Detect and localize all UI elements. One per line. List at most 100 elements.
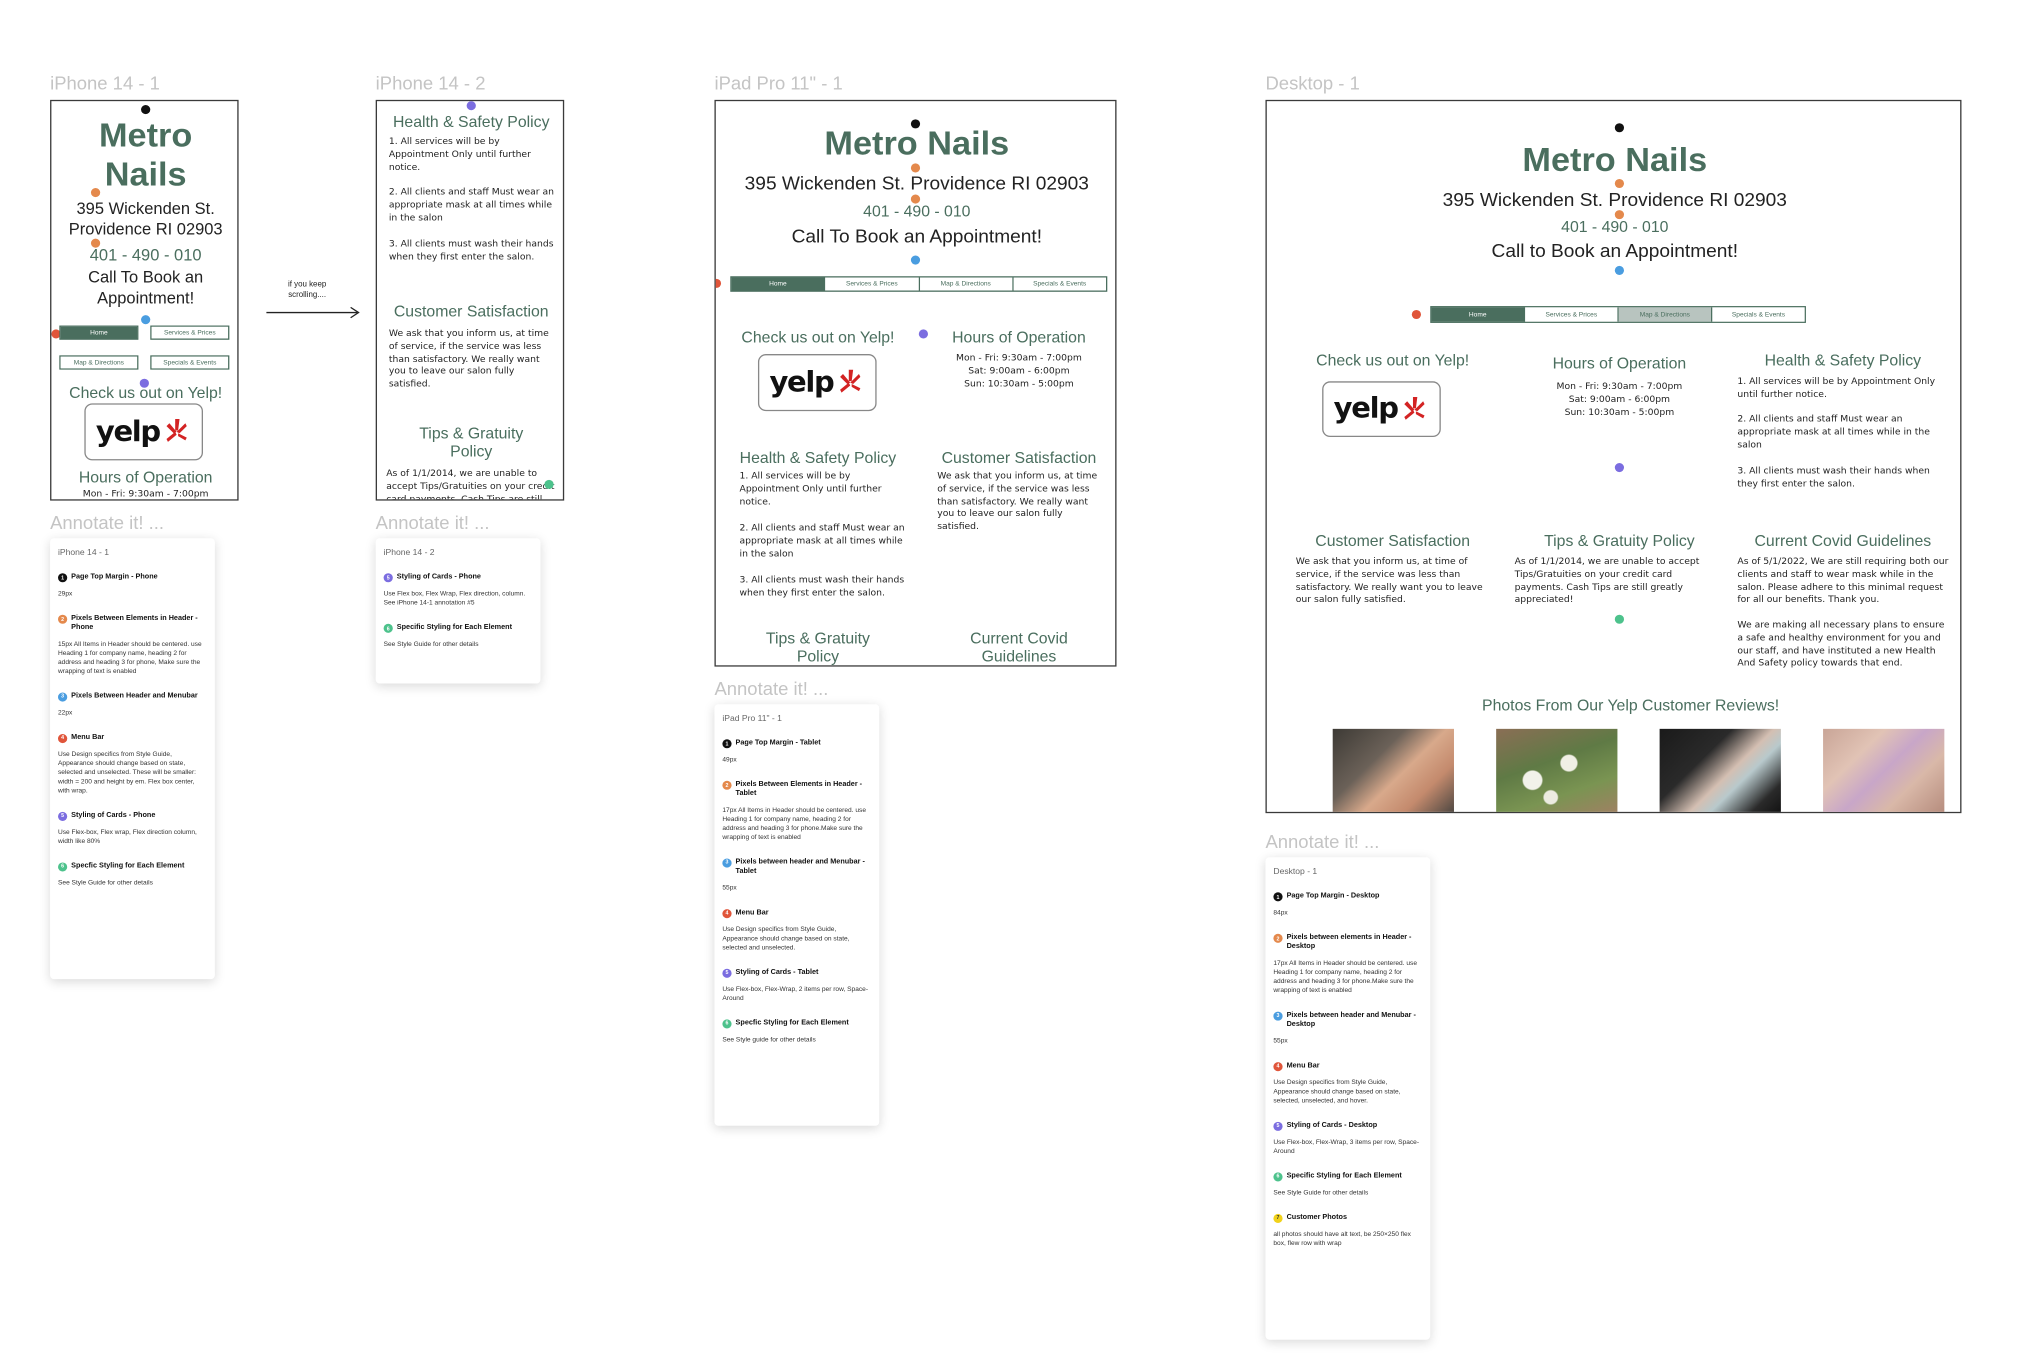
menu-item-map[interactable]: Map & Directions xyxy=(1618,307,1713,322)
annotation-item[interactable]: 3 Pixels between header and Menubar - Des… xyxy=(1273,1011,1422,1046)
annotation-number-badge: 6 xyxy=(722,1018,732,1028)
annotation-body: 49px xyxy=(722,756,737,764)
customer-photo-1 xyxy=(1332,728,1454,812)
annotation-panel-desktop[interactable]: Desktop - 1 1 Page Top Margin - Desktop 84p… xyxy=(1265,857,1431,1340)
annotation-item[interactable]: 6 Specific Styling for Each Element See St… xyxy=(1273,1171,1422,1198)
annotation-number-badge: 1 xyxy=(1273,892,1283,902)
annotation-marker-6[interactable] xyxy=(544,479,554,489)
ipad-frame[interactable]: Metro Nails 395 Wickenden St. Providence… xyxy=(714,99,1117,667)
annotate-label-desktop[interactable]: Annotate it! ... xyxy=(1265,831,1379,852)
menu-specials[interactable]: Specials & Events xyxy=(150,355,230,370)
health-safety-item-2: 2. All clients and staff Must wear an ap… xyxy=(388,186,555,223)
annotation-marker-1[interactable] xyxy=(141,105,151,115)
annotation-marker-5b[interactable] xyxy=(466,101,476,111)
menu-item-services[interactable]: Services & Prices xyxy=(1525,307,1619,322)
phone-number[interactable]: 401 - 490 - 010 xyxy=(716,202,1115,220)
menu-item-services[interactable]: Services & Prices xyxy=(151,326,229,339)
annotation-heading: 3 Pixels between header and Menubar - Des… xyxy=(1273,1011,1422,1029)
menu-item-map[interactable]: Map & Directions xyxy=(60,356,138,369)
annotation-marker-1[interactable] xyxy=(1614,123,1625,133)
annotation-heading-text: Specific Styling for Each Element xyxy=(1286,1171,1402,1180)
yelp-logo[interactable]: yelp xyxy=(84,403,204,461)
annotation-number-badge: 6 xyxy=(1273,1171,1283,1181)
annotation-item[interactable]: 5 Styling of Cards - Phone Use Flex box, F… xyxy=(383,573,533,608)
annotation-item[interactable]: 1 Page Top Margin - Phone 29px xyxy=(58,573,207,599)
menu-item-map[interactable]: Map & Directions xyxy=(919,277,1014,291)
annotation-panel-iphone-1[interactable]: iPhone 14 - 1 1 Page Top Margin - Phone 29p… xyxy=(50,538,215,980)
annotation-item[interactable]: 6 Specfic Styling for Each Element See Sty… xyxy=(58,862,207,888)
menu-bar[interactable]: Home Services & Prices Map & Directions … xyxy=(730,276,1108,292)
annotation-item[interactable]: 2 Pixels Between Elements in Header - Tab… xyxy=(722,780,871,843)
annotation-marker-6[interactable] xyxy=(1614,614,1625,624)
annotation-heading: 2 Pixels Between Elements in Header - Tab… xyxy=(722,780,871,799)
annotation-marker-5[interactable] xyxy=(1614,462,1625,473)
menu-map[interactable]: Map & Directions xyxy=(59,355,139,370)
annotation-item[interactable]: 1 Page Top Margin - Tablet 49px xyxy=(722,739,871,765)
annotation-marker-2[interactable] xyxy=(1614,178,1625,189)
annotation-heading: 2 Pixels between elements in Header - Des… xyxy=(1273,933,1422,952)
menu-item-specials[interactable]: Specials & Events xyxy=(1013,277,1106,291)
menu-home[interactable]: Home xyxy=(59,325,139,340)
annotation-item[interactable]: 4 Menu Bar Use Design specifics from Style… xyxy=(722,908,871,952)
annotation-item[interactable]: 5 Styling of Cards - Phone Use Flex-box, F… xyxy=(58,811,207,847)
annotation-body: See Style Guide for other details xyxy=(58,878,153,887)
menu-item-home[interactable]: Home xyxy=(731,277,826,291)
annotation-heading-text: Styling of Cards - Tablet xyxy=(735,968,819,976)
annotation-item[interactable]: 6 Specfic Styling for Each Element See Sty… xyxy=(722,1018,871,1045)
covid-text-1: As of 5/1/2022, We are still requiring b… xyxy=(1737,556,1949,605)
annotation-marker-3[interactable] xyxy=(910,255,921,265)
annotate-label-ipad[interactable]: Annotate it! ... xyxy=(714,678,828,699)
yelp-logo[interactable]: yelp xyxy=(757,354,877,412)
annotation-heading: 3 Pixels Between Header and Menubar xyxy=(58,692,207,702)
annotation-item[interactable]: 4 Menu Bar Use Design specifics from Style… xyxy=(1273,1061,1422,1106)
annotation-item[interactable]: 2 Pixels Between Elements in Header - Pho… xyxy=(58,614,207,677)
annotation-item[interactable]: 7 Customer Photos all photos should have a… xyxy=(1273,1213,1422,1248)
hours-card-title: Hours of Operation xyxy=(1552,354,1687,373)
annotation-marker-2[interactable] xyxy=(910,163,921,173)
annotation-item[interactable]: 5 Styling of Cards - Desktop Use Flex-box,… xyxy=(1273,1121,1422,1156)
annotation-item[interactable]: 3 Pixels Between Header and Menubar 22px xyxy=(58,692,207,718)
yelp-card-title: Check us out on Yelp! xyxy=(741,328,895,347)
phone-number[interactable]: 401 - 490 - 010 xyxy=(1267,218,1960,236)
annotation-heading: 1 Page Top Margin - Phone xyxy=(58,573,207,583)
annotate-label-iphone-1[interactable]: Annotate it! ... xyxy=(50,512,164,533)
phone-number[interactable]: 401 - 490 - 010 xyxy=(51,246,237,264)
annotation-marker-4[interactable] xyxy=(715,278,722,288)
annotation-marker-4[interactable] xyxy=(1411,309,1422,320)
annotation-item[interactable]: 6 Specific Styling for Each Element See St… xyxy=(383,623,533,650)
annotation-body: See Style Guide for other details xyxy=(383,640,479,649)
menu-item-specials[interactable]: Specials & Events xyxy=(151,356,229,369)
annotation-marker-3[interactable] xyxy=(141,315,151,325)
customer-photo-3 xyxy=(1659,728,1781,812)
frame-label-iphone-1: iPhone 14 - 1 xyxy=(50,72,160,94)
menu-bar[interactable]: Home Services & Prices Map & Directions … xyxy=(1430,306,1806,323)
customer-photo-2 xyxy=(1496,728,1618,812)
annotation-panel-ipad[interactable]: iPad Pro 11" - 1 1 Page Top Margin - Table… xyxy=(714,704,880,1126)
annotation-number-badge: 3 xyxy=(722,858,732,868)
annotation-body: Use Design specifics from Style Guide, A… xyxy=(722,925,850,952)
iphone-1-frame[interactable]: Metro Nails 395 Wickenden St. Providence… xyxy=(50,99,239,501)
annotation-item[interactable]: 1 Page Top Margin - Desktop 84px xyxy=(1273,892,1422,918)
annotation-item[interactable]: 4 Menu Bar Use Design specifics from Style… xyxy=(58,733,207,796)
annotation-heading-text: Page Top Margin - Desktop xyxy=(1286,892,1380,901)
health-safety-item-1: 1. All services will be by Appointment O… xyxy=(1737,376,1936,400)
menu-item-home[interactable]: Home xyxy=(1431,307,1526,322)
annotation-number-badge: 5 xyxy=(722,968,732,978)
menu-services[interactable]: Services & Prices xyxy=(150,325,230,340)
menu-item-home[interactable]: Home xyxy=(60,326,138,339)
annotate-label-iphone-2[interactable]: Annotate it! ... xyxy=(376,512,490,533)
annotation-heading: 5 Styling of Cards - Phone xyxy=(58,811,207,821)
yelp-logo[interactable]: yelp xyxy=(1322,381,1441,438)
annotation-item[interactable]: 2 Pixels between elements in Header - Des… xyxy=(1273,933,1422,996)
desktop-frame[interactable]: Metro Nails 395 Wickenden St. Providence… xyxy=(1265,99,1962,814)
annotation-item[interactable]: 3 Pixels between header and Menubar - Tab… xyxy=(722,858,871,893)
menu-item-services[interactable]: Services & Prices xyxy=(825,277,920,291)
annotation-marker-3[interactable] xyxy=(1614,265,1625,275)
menu-item-specials[interactable]: Specials & Events xyxy=(1712,307,1805,322)
annotation-item[interactable]: 5 Styling of Cards - Tablet Use Flex-box, … xyxy=(722,968,871,1003)
annotation-panel-iphone-2[interactable]: iPhone 14 - 2 5 Styling of Cards - Phone Us… xyxy=(375,538,541,684)
annotation-marker-2[interactable] xyxy=(90,188,101,198)
annotation-number-badge: 5 xyxy=(383,573,393,583)
customer-satisfaction-text: We ask that you inform us, at time of se… xyxy=(388,328,549,390)
iphone-2-frame[interactable]: Health & Safety Policy 1. All services w… xyxy=(375,99,565,501)
